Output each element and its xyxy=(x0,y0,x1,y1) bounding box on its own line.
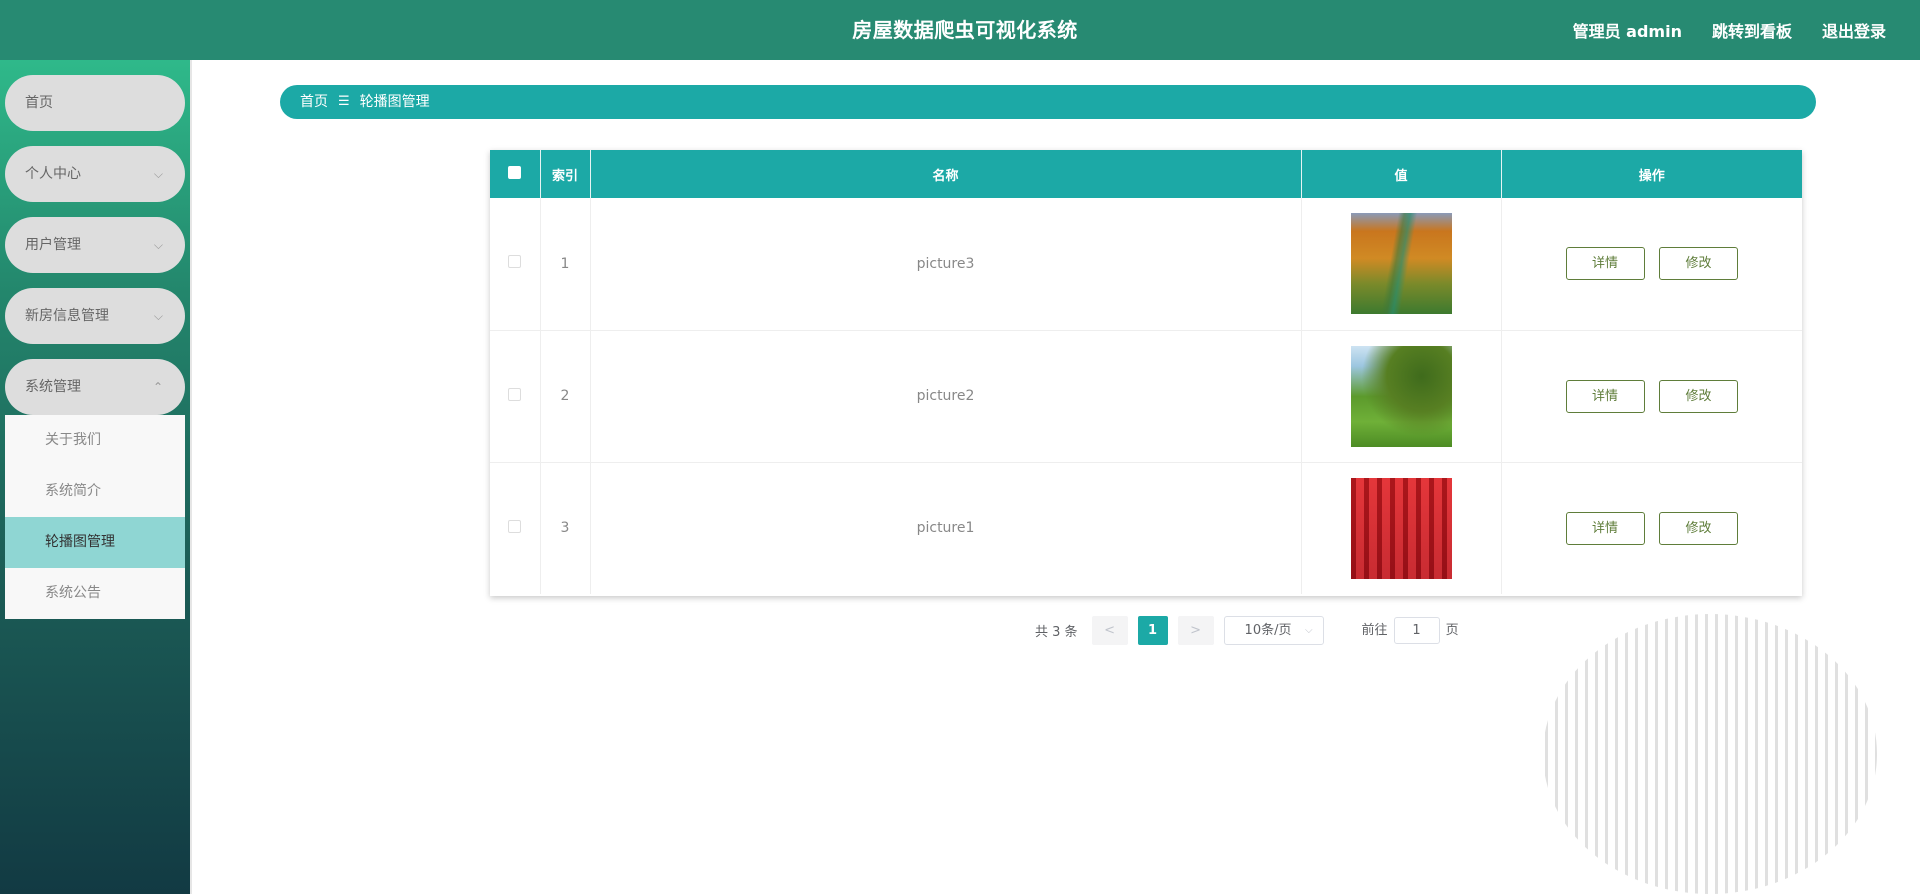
goto-prefix: 前往 xyxy=(1361,623,1388,638)
submenu-item-about-us[interactable]: 关于我们 xyxy=(5,415,185,466)
sidebar-item-user-management[interactable]: 用户管理 ⌵ xyxy=(5,217,185,273)
next-page-button[interactable]: > xyxy=(1177,616,1214,645)
breadcrumb-separator-icon: ☰ xyxy=(338,94,350,109)
page-number-1[interactable]: 1 xyxy=(1137,616,1168,645)
top-header: 房屋数据爬虫可视化系统 管理员 admin 跳转到看板 退出登录 xyxy=(0,0,1920,60)
page-size-select[interactable]: 10条/页 ⌵ xyxy=(1223,616,1324,645)
column-header-index: 索引 xyxy=(540,150,591,198)
goto-page-input[interactable] xyxy=(1393,617,1440,644)
column-header-name: 名称 xyxy=(590,150,1302,198)
row-index: 3 xyxy=(540,462,591,594)
admin-user-label[interactable]: 管理员 admin xyxy=(1573,18,1682,42)
sidebar: 首页 个人中心 ⌵ 用户管理 ⌵ 新房信息管理 ⌵ 系统管理 ⌃ 关于我们 系统… xyxy=(0,60,192,894)
carousel-table: 索引 名称 值 操作 1 picture3 详情 修改 2 picture2 详… xyxy=(490,150,1802,596)
chevron-down-icon: ⌵ xyxy=(153,167,163,181)
breadcrumb: 首页 ☰ 轮播图管理 xyxy=(280,85,1816,119)
chevron-down-icon: ⌵ xyxy=(153,238,163,252)
goto-suffix: 页 xyxy=(1445,623,1459,638)
system-submenu: 关于我们 系统简介 轮播图管理 系统公告 xyxy=(5,415,185,619)
sidebar-item-label: 首页 xyxy=(25,95,53,111)
pagination: 共 3 条 < 1 > 10条/页 ⌵ 前往 页 xyxy=(1035,616,1459,645)
submenu-item-system-notice[interactable]: 系统公告 xyxy=(5,568,185,619)
goto-page: 前往 页 xyxy=(1362,617,1459,644)
dashboard-link[interactable]: 跳转到看板 xyxy=(1712,18,1792,42)
carousel-image-thumbnail[interactable] xyxy=(1350,213,1452,315)
submenu-item-carousel-management[interactable]: 轮播图管理 xyxy=(5,517,185,568)
chevron-up-icon: ⌃ xyxy=(152,380,163,394)
row-name: picture1 xyxy=(590,462,1302,594)
pagination-total: 共 3 条 xyxy=(1035,625,1078,640)
table-header-row: 索引 名称 值 操作 xyxy=(490,150,1802,198)
table-row: 1 picture3 详情 修改 xyxy=(490,198,1802,331)
select-all-checkbox[interactable] xyxy=(508,165,522,179)
column-header-actions: 操作 xyxy=(1501,150,1802,198)
row-index: 1 xyxy=(540,198,591,331)
breadcrumb-home[interactable]: 首页 xyxy=(300,85,328,119)
submenu-item-system-intro[interactable]: 系统简介 xyxy=(5,466,185,517)
chevron-down-icon: ⌵ xyxy=(153,309,163,323)
prev-page-button[interactable]: < xyxy=(1091,616,1128,645)
row-checkbox[interactable] xyxy=(508,255,522,269)
row-checkbox[interactable] xyxy=(508,387,522,401)
edit-button[interactable]: 修改 xyxy=(1658,379,1738,413)
sidebar-item-system-management[interactable]: 系统管理 ⌃ xyxy=(5,359,185,415)
page-size-value: 10条/页 xyxy=(1244,623,1292,638)
column-header-value: 值 xyxy=(1301,150,1502,198)
sidebar-item-personal-center[interactable]: 个人中心 ⌵ xyxy=(5,146,185,202)
detail-button[interactable]: 详情 xyxy=(1565,379,1645,413)
row-name: picture2 xyxy=(590,330,1302,463)
sidebar-item-label: 系统管理 xyxy=(25,379,81,395)
chevron-down-icon: ⌵ xyxy=(1304,625,1313,636)
sidebar-item-home[interactable]: 首页 xyxy=(5,75,185,131)
breadcrumb-current: 轮播图管理 xyxy=(359,94,430,110)
row-index: 2 xyxy=(540,330,591,463)
table-row: 2 picture2 详情 修改 xyxy=(490,330,1802,463)
sidebar-item-new-house-management[interactable]: 新房信息管理 ⌵ xyxy=(5,288,185,344)
decorative-striped-circle xyxy=(1545,614,1877,894)
sidebar-item-label: 个人中心 xyxy=(25,166,81,182)
logout-link[interactable]: 退出登录 xyxy=(1822,18,1886,42)
edit-button[interactable]: 修改 xyxy=(1658,511,1738,545)
carousel-image-thumbnail[interactable] xyxy=(1350,477,1452,579)
detail-button[interactable]: 详情 xyxy=(1565,511,1645,545)
edit-button[interactable]: 修改 xyxy=(1658,247,1738,281)
table-row: 3 picture1 详情 修改 xyxy=(490,462,1802,594)
select-all-header xyxy=(490,150,541,198)
sidebar-item-label: 新房信息管理 xyxy=(25,308,109,324)
row-name: picture3 xyxy=(590,198,1302,331)
carousel-image-thumbnail[interactable] xyxy=(1350,345,1452,447)
detail-button[interactable]: 详情 xyxy=(1565,247,1645,281)
header-actions: 管理员 admin 跳转到看板 退出登录 xyxy=(1573,0,1886,60)
sidebar-item-label: 用户管理 xyxy=(25,237,81,253)
row-checkbox[interactable] xyxy=(508,519,522,533)
